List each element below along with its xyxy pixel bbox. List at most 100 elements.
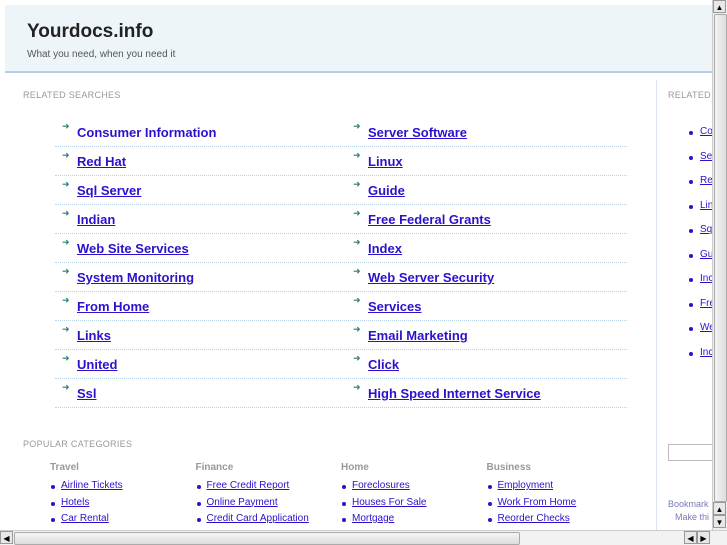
- arrow-icon: ➜: [353, 121, 361, 131]
- category-link[interactable]: Online Payment: [207, 497, 278, 508]
- related-search-link[interactable]: Ssl: [77, 386, 97, 401]
- vertical-scroll-thumb[interactable]: [714, 14, 727, 502]
- related-row: ➜ From Home ➜ Services: [55, 292, 627, 321]
- arrow-icon: ➜: [62, 121, 70, 131]
- related-search-link[interactable]: From Home: [77, 299, 149, 314]
- related-row: ➜ Sql Server ➜ Guide: [55, 176, 627, 205]
- bullet-icon: [51, 485, 55, 489]
- horizontal-scrollbar[interactable]: ◀ ◀ ▶: [0, 530, 727, 545]
- arrow-icon: ➜: [353, 266, 361, 276]
- related-search-link[interactable]: United: [77, 357, 117, 372]
- arrow-icon: ➜: [62, 324, 70, 334]
- related-search-link[interactable]: Free Federal Grants: [368, 212, 491, 227]
- bullet-icon: [689, 327, 693, 331]
- related-search-link[interactable]: Web Server Security: [368, 270, 494, 285]
- bullet-icon: [51, 518, 55, 522]
- sidebar-link[interactable]: Gu: [700, 249, 712, 260]
- sidebar-link[interactable]: Re: [700, 175, 712, 186]
- arrow-icon: ➜: [353, 208, 361, 218]
- bullet-icon: [689, 131, 693, 135]
- sidebar-link[interactable]: Sq: [700, 224, 712, 235]
- sidebar-link[interactable]: Se: [700, 151, 712, 162]
- sidebar-link[interactable]: We: [700, 322, 712, 333]
- horizontal-scroll-thumb[interactable]: [14, 532, 520, 545]
- related-search-link[interactable]: Links: [77, 328, 111, 343]
- category-link[interactable]: Free Credit Report: [207, 480, 290, 491]
- arrow-icon: ➜: [62, 150, 70, 160]
- related-search-link[interactable]: Index: [368, 241, 402, 256]
- arrow-icon: ➜: [62, 295, 70, 305]
- arrow-icon: ➜: [353, 353, 361, 363]
- tagline: What you need, when you need it: [27, 49, 176, 60]
- related-search-link[interactable]: Services: [368, 299, 422, 314]
- related-search-link[interactable]: System Monitoring: [77, 270, 194, 285]
- sidebar-related-label: RELATED: [668, 90, 711, 100]
- bullet-icon: [51, 501, 55, 506]
- related-search-link[interactable]: Red Hat: [77, 154, 126, 169]
- bullet-icon: [689, 204, 693, 209]
- arrow-icon: ➜: [353, 324, 361, 334]
- sidebar-link[interactable]: Inc: [700, 273, 712, 284]
- related-search-link[interactable]: Linux: [368, 154, 403, 169]
- category-link[interactable]: Car Rental: [61, 513, 109, 524]
- make-homepage-link[interactable]: Make thi: [675, 512, 709, 522]
- arrow-icon: ➜: [62, 382, 70, 392]
- arrow-icon: ➜: [62, 353, 70, 363]
- category-heading: Home: [341, 462, 369, 473]
- popular-categories-label: POPULAR CATEGORIES: [23, 439, 133, 449]
- related-search-link[interactable]: Guide: [368, 183, 405, 198]
- arrow-icon: ➜: [353, 295, 361, 305]
- arrow-icon: ➜: [62, 179, 70, 189]
- arrow-icon: ➜: [62, 266, 70, 276]
- related-search-link[interactable]: Web Site Services: [77, 241, 189, 256]
- sidebar-link[interactable]: Fre: [700, 298, 712, 309]
- vertical-scrollbar[interactable]: ▲ ▲ ▼: [712, 0, 727, 530]
- category-link[interactable]: Work From Home: [498, 497, 577, 508]
- related-search-link[interactable]: Indian: [77, 212, 115, 227]
- category-link[interactable]: Houses For Sale: [352, 497, 426, 508]
- bullet-icon: [689, 253, 693, 258]
- arrow-icon: ➜: [353, 237, 361, 247]
- related-search-link[interactable]: Click: [368, 357, 399, 372]
- sidebar-search-input[interactable]: [668, 444, 712, 461]
- scroll-down-icon[interactable]: ▼: [713, 515, 726, 528]
- category-link[interactable]: Credit Card Application: [207, 513, 309, 524]
- bullet-icon: [342, 485, 346, 489]
- related-search-link[interactable]: Server Software: [368, 125, 467, 140]
- right-sidebar: RELATED Bookmark Make thi Co Se Re Lin Sq Gu I…: [657, 80, 712, 530]
- scroll-right-icon[interactable]: ▶: [697, 531, 710, 544]
- scroll-up-icon[interactable]: ▲: [713, 502, 726, 515]
- related-search-link[interactable]: Email Marketing: [368, 328, 468, 343]
- bullet-icon: [689, 278, 693, 282]
- related-row: ➜ United ➜ Click: [55, 350, 627, 379]
- arrow-icon: ➜: [353, 382, 361, 392]
- bullet-icon: [342, 518, 346, 522]
- site-header: Yourdocs.info What you need, when you ne…: [5, 5, 712, 73]
- sidebar-link[interactable]: Co: [700, 126, 712, 137]
- bullet-icon: [342, 501, 346, 506]
- category-link[interactable]: Reorder Checks: [498, 513, 570, 524]
- scroll-up-icon[interactable]: ▲: [713, 0, 726, 13]
- arrow-icon: ➜: [62, 208, 70, 218]
- related-search-link[interactable]: High Speed Internet Service: [368, 386, 541, 401]
- related-row: ➜ Indian ➜ Free Federal Grants: [55, 205, 627, 234]
- bullet-icon: [689, 155, 693, 160]
- category-heading: Travel: [50, 462, 79, 473]
- scroll-left-icon[interactable]: ◀: [0, 531, 13, 544]
- bullet-icon: [689, 229, 693, 233]
- category-link[interactable]: Mortgage: [352, 513, 394, 524]
- related-search-link[interactable]: Sql Server: [77, 183, 141, 198]
- arrow-icon: ➜: [353, 179, 361, 189]
- bullet-icon: [689, 351, 693, 356]
- category-link[interactable]: Employment: [498, 480, 554, 491]
- category-link[interactable]: Foreclosures: [352, 480, 410, 491]
- site-title[interactable]: Yourdocs.info: [27, 21, 153, 43]
- scroll-left-icon[interactable]: ◀: [684, 531, 697, 544]
- sidebar-link[interactable]: Lin: [700, 200, 712, 211]
- related-search-link[interactable]: Consumer Information: [77, 125, 216, 140]
- category-link[interactable]: Hotels: [61, 497, 89, 508]
- bookmark-link[interactable]: Bookmark: [668, 499, 709, 509]
- sidebar-link[interactable]: Inc: [700, 347, 712, 358]
- category-heading: Business: [486, 462, 531, 473]
- category-link[interactable]: Airline Tickets: [61, 480, 123, 491]
